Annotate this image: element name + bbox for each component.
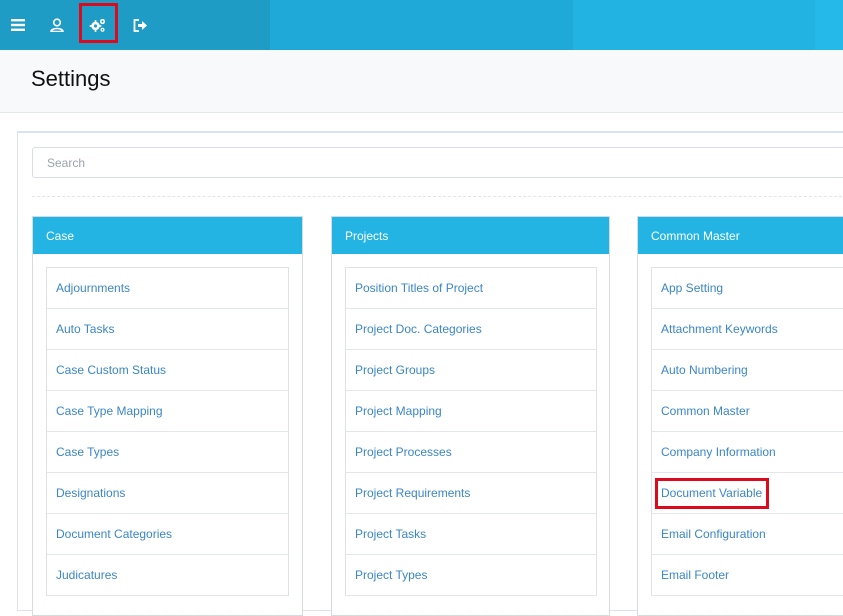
list-item-auto-tasks[interactable]: Auto Tasks <box>47 309 288 350</box>
card-list: Position Titles of Project Project Doc. … <box>345 267 597 596</box>
logout-icon[interactable] <box>123 0 157 50</box>
list-item-position-titles-of-project[interactable]: Position Titles of Project <box>346 268 596 309</box>
card-title: Case <box>33 217 302 254</box>
list-item-auto-numbering[interactable]: Auto Numbering <box>652 350 843 391</box>
card-title: Common Master <box>638 217 843 254</box>
list-item-project-doc-categories[interactable]: Project Doc. Categories <box>346 309 596 350</box>
menu-icon[interactable] <box>1 0 35 50</box>
top-navbar <box>0 0 843 50</box>
list-item-project-mapping[interactable]: Project Mapping <box>346 391 596 432</box>
page-title: Settings <box>31 66 111 91</box>
list-item-project-tasks[interactable]: Project Tasks <box>346 514 596 555</box>
list-item-project-groups[interactable]: Project Groups <box>346 350 596 391</box>
list-item-email-configuration[interactable]: Email Configuration <box>652 514 843 555</box>
list-item-case-type-mapping[interactable]: Case Type Mapping <box>47 391 288 432</box>
navbar-segment <box>573 0 815 50</box>
list-item-judicatures[interactable]: Judicatures <box>47 555 288 596</box>
list-item-project-requirements[interactable]: Project Requirements <box>346 473 596 514</box>
user-icon[interactable] <box>40 0 74 50</box>
list-item-project-types[interactable]: Project Types <box>346 555 596 596</box>
highlight-document-variable <box>655 478 769 509</box>
list-item-document-categories[interactable]: Document Categories <box>47 514 288 555</box>
list-item-project-processes[interactable]: Project Processes <box>346 432 596 473</box>
card-common-master: Common Master App Setting Attachment Key… <box>637 216 843 616</box>
list-item-company-information[interactable]: Company Information <box>652 432 843 473</box>
list-item-case-types[interactable]: Case Types <box>47 432 288 473</box>
search-input[interactable] <box>32 147 843 178</box>
card-title: Projects <box>332 217 609 254</box>
page-header <box>0 50 843 113</box>
list-item-common-master[interactable]: Common Master <box>652 391 843 432</box>
card-list: App Setting Attachment Keywords Auto Num… <box>651 267 843 596</box>
list-item-email-footer[interactable]: Email Footer <box>652 555 843 596</box>
card-list: Adjournments Auto Tasks Case Custom Stat… <box>46 267 289 596</box>
list-item-adjournments[interactable]: Adjournments <box>47 268 288 309</box>
navbar-segment <box>270 0 573 50</box>
list-item-attachment-keywords[interactable]: Attachment Keywords <box>652 309 843 350</box>
card-projects: Projects Position Titles of Project Proj… <box>331 216 610 616</box>
highlight-settings-icon <box>79 3 118 43</box>
divider <box>32 196 843 197</box>
list-item-designations[interactable]: Designations <box>47 473 288 514</box>
list-item-app-setting[interactable]: App Setting <box>652 268 843 309</box>
list-item-case-custom-status[interactable]: Case Custom Status <box>47 350 288 391</box>
navbar-segment <box>815 0 843 50</box>
card-case: Case Adjournments Auto Tasks Case Custom… <box>32 216 303 616</box>
